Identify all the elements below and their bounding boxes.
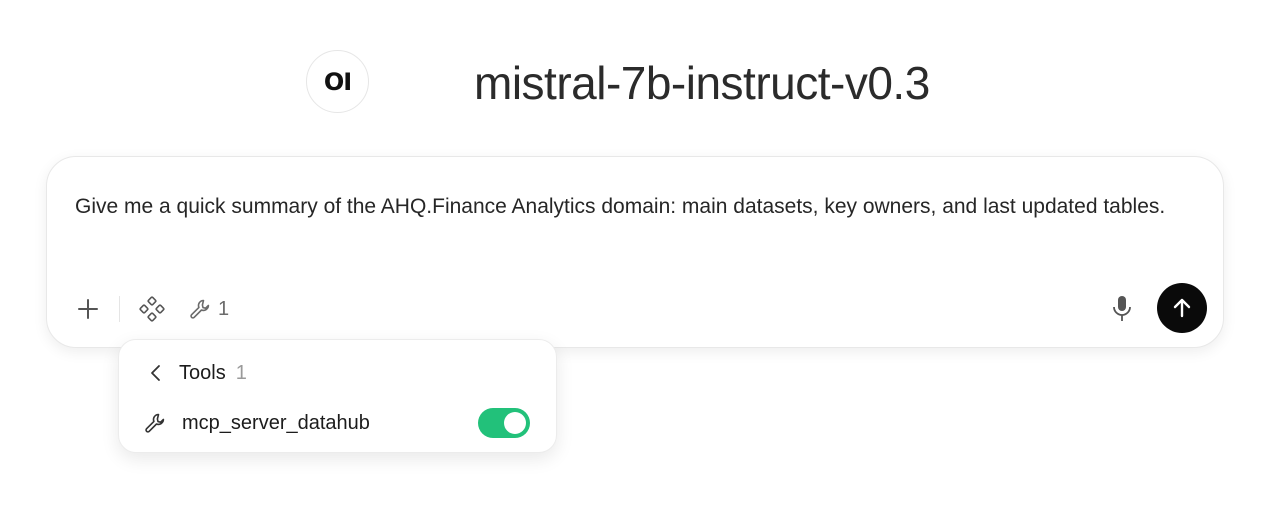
model-name-title[interactable]: mistral-7b-instruct-v0.3 <box>474 56 930 110</box>
toolbar-divider <box>119 296 120 322</box>
message-composer: Give me a quick summary of the AHQ.Finan… <box>46 156 1224 348</box>
chevron-left-icon <box>151 365 160 381</box>
tools-popover-count: 1 <box>235 361 247 384</box>
tools-popover-header: Tools 1 <box>145 360 247 386</box>
back-button[interactable] <box>145 360 165 386</box>
send-button[interactable] <box>1157 283 1207 333</box>
tools-count: 1 <box>218 297 230 320</box>
arrow-up-icon <box>1173 298 1191 318</box>
logo-text: OI <box>323 67 352 96</box>
tool-enabled-toggle[interactable] <box>478 408 530 438</box>
tools-popover: Tools 1 mcp_server_datahub <box>118 339 557 453</box>
voice-input-button[interactable] <box>1109 293 1135 325</box>
tool-name: mcp_server_datahub <box>182 411 370 434</box>
integrations-button[interactable] <box>138 295 166 323</box>
microphone-icon <box>1113 296 1131 321</box>
composer-toolbar: 1 <box>75 291 229 327</box>
tools-button[interactable]: 1 <box>188 297 229 321</box>
wrench-icon <box>145 413 165 433</box>
chat-home: OI mistral-7b-instruct-v0.3 Give me a qu… <box>0 0 1265 517</box>
add-attachment-button[interactable] <box>75 296 101 322</box>
wrench-icon <box>190 299 210 319</box>
integrations-icon <box>139 296 165 322</box>
prompt-input[interactable]: Give me a quick summary of the AHQ.Finan… <box>75 185 1175 229</box>
tools-popover-title: Tools <box>179 361 226 384</box>
plus-icon <box>78 299 98 319</box>
model-avatar: OI <box>306 50 369 113</box>
tool-item[interactable]: mcp_server_datahub <box>143 406 530 440</box>
toggle-knob <box>504 412 526 434</box>
